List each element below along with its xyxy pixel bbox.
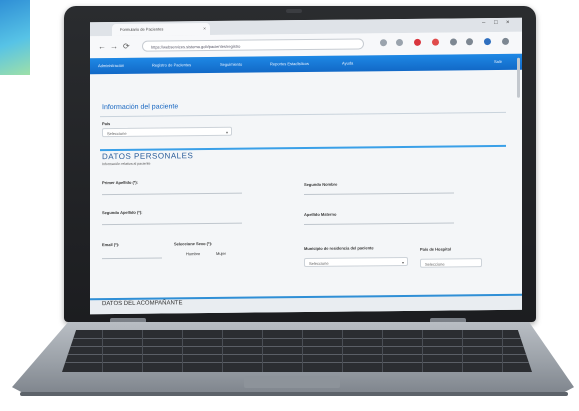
laptop-screen: Formulario de Pacientes × – □ × ← → ⟳ ht… bbox=[90, 17, 522, 315]
nav-item-administracion[interactable]: Administración bbox=[98, 58, 124, 74]
country-select-value: Seleccione bbox=[107, 130, 127, 137]
nav-item-registro[interactable]: Registro de Pacientes bbox=[152, 57, 191, 73]
extension-icon[interactable] bbox=[450, 38, 457, 46]
sex-option-female[interactable]: Mujer bbox=[216, 251, 226, 256]
key-column bbox=[342, 330, 343, 372]
key-column bbox=[142, 330, 143, 372]
country-select[interactable]: Seleccione ▾ bbox=[102, 126, 232, 138]
extension-icon[interactable] bbox=[396, 38, 403, 47]
reload-icon[interactable]: ⟳ bbox=[123, 42, 130, 51]
section-subtitle: Información relativa al paciente bbox=[102, 161, 151, 167]
first-surname-label: Primer Apellido (*): bbox=[102, 179, 139, 186]
background-gradient-corner bbox=[0, 0, 30, 75]
tab-title: Formulario de Pacientes bbox=[120, 26, 164, 32]
municipality-select-value: Seleccione bbox=[309, 260, 329, 266]
back-icon[interactable]: ← bbox=[98, 42, 106, 51]
nav-item-reportes[interactable]: Reportes Estadísticos bbox=[270, 56, 309, 72]
second-name-field[interactable] bbox=[304, 192, 454, 196]
next-section-title: DATOS DEL ACOMPAÑANTE bbox=[102, 300, 183, 308]
sex-label: Seleccione Sexo (*): bbox=[174, 240, 213, 247]
hospital-label: País de Hospital bbox=[420, 246, 451, 252]
key-column bbox=[262, 330, 263, 372]
trackpad bbox=[244, 376, 340, 388]
scrollbar[interactable] bbox=[517, 57, 520, 98]
nav-item-ayuda[interactable]: Ayuda bbox=[342, 56, 353, 72]
hospital-select-value: Seleccione bbox=[425, 261, 445, 267]
key-column bbox=[422, 330, 423, 372]
key-column bbox=[382, 330, 383, 372]
forward-icon[interactable]: → bbox=[110, 42, 118, 51]
municipality-label: Municipio de residencia del paciente bbox=[304, 245, 374, 252]
email-label: Email (*): bbox=[102, 241, 120, 248]
key-column bbox=[462, 330, 463, 372]
hospital-select[interactable]: Seleccione bbox=[420, 258, 482, 268]
key-column bbox=[502, 330, 503, 372]
second-surname-field[interactable] bbox=[102, 222, 242, 226]
maternal-surname-field[interactable] bbox=[304, 222, 454, 226]
sex-option-male[interactable]: Hombre bbox=[186, 251, 200, 256]
menu-icon[interactable] bbox=[502, 37, 509, 45]
municipality-select[interactable]: Seleccione ▾ bbox=[304, 256, 408, 268]
key-column bbox=[302, 330, 303, 372]
close-window-icon[interactable]: × bbox=[506, 20, 510, 26]
app-navigation-bar: Administración Registro de Pacientes Seg… bbox=[90, 53, 522, 75]
browser-tab[interactable]: Formulario de Pacientes × bbox=[112, 23, 210, 37]
country-label: País bbox=[102, 121, 111, 127]
laptop-front-edge bbox=[20, 392, 568, 396]
chevron-down-icon: ▾ bbox=[401, 259, 404, 265]
section-divider bbox=[100, 144, 506, 152]
nav-item-seguimiento[interactable]: Seguimiento bbox=[220, 57, 242, 73]
chevron-down-icon: ▾ bbox=[225, 129, 228, 135]
extension-icon[interactable] bbox=[380, 39, 387, 47]
tab-close-icon[interactable]: × bbox=[203, 23, 206, 35]
url-bar[interactable]: https://webservices.sistema.gob/paciente… bbox=[142, 38, 364, 52]
key-column bbox=[102, 330, 103, 372]
webcam bbox=[286, 9, 302, 13]
maximize-icon[interactable]: □ bbox=[494, 20, 498, 26]
extension-icon[interactable] bbox=[466, 38, 473, 46]
email-field[interactable] bbox=[102, 257, 162, 260]
extension-icon-red[interactable] bbox=[432, 38, 439, 46]
second-surname-label: Segundo Apellido (*): bbox=[102, 209, 143, 216]
extension-icon-red[interactable] bbox=[414, 38, 421, 46]
profile-icon[interactable] bbox=[484, 38, 491, 46]
panel-title: Información del paciente bbox=[102, 103, 179, 112]
second-name-label: Segundo Nombre bbox=[304, 181, 338, 188]
divider bbox=[100, 111, 506, 118]
keyboard bbox=[62, 330, 532, 372]
maternal-surname-label: Apellido Materno bbox=[304, 211, 337, 218]
nav-item-salir[interactable]: Salir bbox=[494, 54, 502, 70]
key-column bbox=[182, 330, 183, 372]
key-column bbox=[222, 330, 223, 372]
section-title: DATOS PERSONALES bbox=[102, 151, 194, 162]
minimize-icon[interactable]: – bbox=[482, 20, 485, 26]
first-surname-field[interactable] bbox=[102, 192, 242, 196]
